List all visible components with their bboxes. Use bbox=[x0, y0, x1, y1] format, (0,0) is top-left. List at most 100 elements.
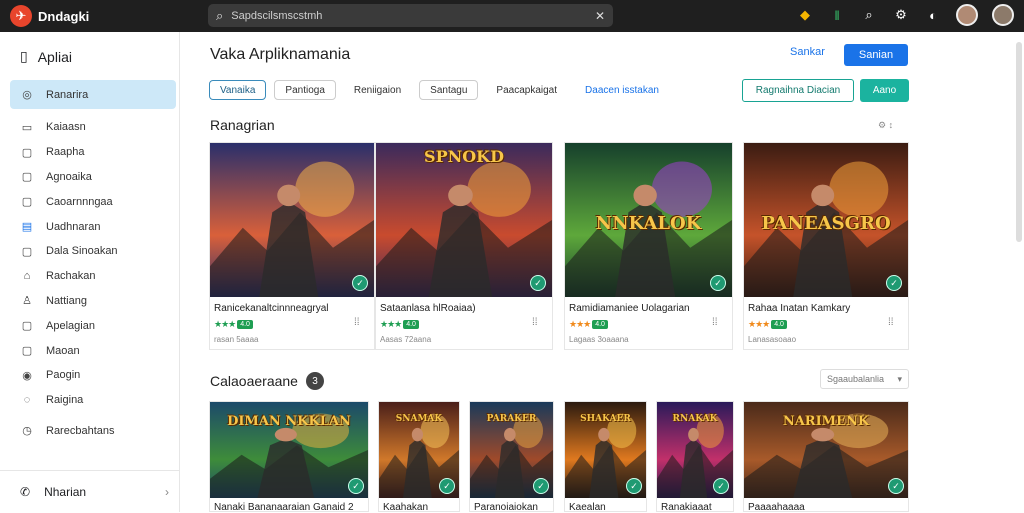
sidebar-item-2[interactable]: ▢ Raapha bbox=[10, 140, 176, 165]
teal-button[interactable]: Aano bbox=[860, 79, 909, 102]
filter-chip-1[interactable]: Pantioga bbox=[274, 80, 336, 100]
search-toolbar-icon[interactable]: ⌕ bbox=[860, 7, 878, 23]
apps-icon[interactable]: ‖ bbox=[828, 8, 846, 23]
sidebar-item-label: Maoan bbox=[46, 344, 80, 357]
page-icon: ▢ bbox=[21, 171, 33, 184]
game-card[interactable]: NNKALOK ✓ Ramidiamaniee Uolagarian ★★★ 4.0 La… bbox=[564, 142, 733, 350]
game-card[interactable]: ✓ Ranicekanaltcinnneagryal ★★★ 4.0 rasan 5aa… bbox=[209, 142, 375, 350]
filter-chip-5[interactable]: Daacen isstakan bbox=[575, 80, 669, 100]
card-rating: ★★★ 4.0 bbox=[214, 319, 253, 330]
card-thumbnail[interactable]: SNAMAK ✓ bbox=[379, 402, 459, 498]
card-thumbnail[interactable]: RNAKAK ✓ bbox=[657, 402, 733, 498]
search-bar[interactable]: ⌕ ✕ bbox=[208, 4, 613, 27]
count-badge: 3 bbox=[305, 372, 324, 390]
sidebar-item-8[interactable]: ♙ Nattiang bbox=[10, 289, 176, 314]
scrollbar[interactable] bbox=[1016, 42, 1022, 242]
filter-chip-3[interactable]: Santagu bbox=[419, 80, 479, 100]
game-card[interactable]: NARIMENK ✓ Paaaahaaaa bbox=[743, 401, 909, 513]
game-card[interactable]: SNAMAK ✓ Kaahakan bbox=[378, 401, 460, 513]
more-options-icon[interactable]: ⁞⁞ bbox=[888, 317, 894, 328]
more-options-icon[interactable]: ⁞⁞ bbox=[712, 317, 718, 328]
sidebar-footer-item[interactable]: ✆ Nharian › bbox=[0, 470, 179, 512]
page-title: Vaka Arpliknamania bbox=[210, 46, 351, 63]
verified-icon: ✓ bbox=[348, 478, 364, 494]
sidebar-item-6[interactable]: ▢ Dala Sinoakan bbox=[10, 239, 176, 264]
game-card[interactable]: SPNOKD ✓ Sataanlasa hlRoaiaa) ★★★ 4.0 Aasas 7… bbox=[375, 142, 553, 350]
sidebar-item-4[interactable]: ▢ Caoarnnngaa bbox=[10, 189, 176, 214]
game-card[interactable]: DIMAN NKKLAN ✓ Nanaki Bananaaraian Ganaid … bbox=[209, 401, 369, 513]
sidebar-item-0[interactable]: ◎ Ranarira bbox=[10, 80, 176, 109]
sidebar-item-label: Dala Sinoakan bbox=[46, 245, 118, 258]
section-controls[interactable]: ⚙ ↕ bbox=[878, 120, 893, 131]
sidebar-item-label: Nattiang bbox=[46, 294, 87, 307]
game-card[interactable]: RNAKAK ✓ Ranakiaaat bbox=[656, 401, 734, 513]
thumbnail-title: SNAMAK bbox=[395, 414, 443, 424]
sidebar-item-13[interactable]: ◷ Rarecbahtans bbox=[10, 419, 176, 444]
home-icon: ⌂ bbox=[23, 270, 31, 283]
sidebar-item-label: Uadhnaran bbox=[46, 220, 101, 233]
sidebar-item-label: Agnoaika bbox=[46, 170, 92, 183]
thumbnail-title: PANEASGRO bbox=[761, 213, 891, 234]
sidebar-item-1[interactable]: ▭ Kaiaasn bbox=[10, 115, 176, 140]
primary-button[interactable]: Sanian bbox=[844, 44, 908, 66]
card-title: Nanaki Bananaaraian Ganaid 2 bbox=[214, 502, 354, 513]
filter-chip-0[interactable]: Vanaika bbox=[209, 80, 267, 100]
notifications-icon[interactable]: ◐ bbox=[924, 8, 942, 23]
card-thumbnail[interactable]: SPNOKD ✓ bbox=[376, 143, 552, 297]
game-card[interactable]: PANEASGRO ✓ Rahaa Inatan Kamkary ★★★ 4.0 Lana… bbox=[743, 142, 909, 350]
sidebar-item-12[interactable]: ◌ Raigina bbox=[10, 388, 176, 413]
card-title: Paranoiaiokan bbox=[474, 502, 538, 513]
sidebar-item-5[interactable]: ▤ Uadhnaran bbox=[10, 214, 176, 239]
section-2-label: Calaoaeraane bbox=[210, 373, 298, 389]
more-options-icon[interactable]: ⁞⁞ bbox=[354, 317, 360, 328]
filter-chip-2[interactable]: Reniigaion bbox=[343, 80, 412, 100]
sort-dropdown[interactable]: Sgaaubalanlia ▾ bbox=[820, 369, 909, 389]
card-thumbnail[interactable]: SHAKAER ✓ bbox=[565, 402, 646, 498]
settings-icon[interactable]: ⚙ bbox=[892, 7, 910, 23]
sidebar-item-label: Rarecbahtans bbox=[46, 424, 115, 437]
card-thumbnail[interactable]: DIMAN NKKLAN ✓ bbox=[210, 402, 368, 498]
sidebar-item-3[interactable]: ▢ Agnoaika bbox=[10, 165, 176, 190]
cancel-button[interactable]: Sankar bbox=[790, 46, 825, 58]
card-meta: Aasas 72aana bbox=[380, 335, 432, 344]
sidebar-item-label: Ranarira bbox=[46, 88, 89, 101]
card-thumbnail[interactable]: PANEASGRO ✓ bbox=[744, 143, 908, 297]
sidebar-item-9[interactable]: ▢ Apelagian bbox=[10, 313, 176, 338]
game-card[interactable]: SHAKAER ✓ Kaealan bbox=[564, 401, 647, 513]
sidebar-item-7[interactable]: ⌂ Rachakan bbox=[10, 264, 176, 289]
thumbnail-title: PARAKER bbox=[486, 414, 537, 424]
outline-button[interactable]: Ragnaihna Diacian bbox=[742, 79, 854, 102]
app-logo[interactable]: ✈ Dndagki bbox=[10, 5, 89, 27]
sidebar-item-11[interactable]: ◉ Paogin bbox=[10, 363, 176, 388]
card-meta: Lagaas 3oaaana bbox=[569, 335, 629, 344]
globe-icon: ◌ bbox=[23, 394, 31, 407]
card-thumbnail[interactable]: PARAKER ✓ bbox=[470, 402, 553, 498]
profile-avatar[interactable] bbox=[992, 4, 1014, 26]
thumbnail-title: SHAKAER bbox=[580, 414, 631, 424]
avatar[interactable] bbox=[956, 4, 978, 26]
chart-icon: ▤ bbox=[21, 221, 33, 234]
filter-chip-4[interactable]: Paacapkaigat bbox=[486, 80, 568, 100]
clear-icon[interactable]: ✕ bbox=[595, 9, 605, 23]
card-thumbnail[interactable]: NARIMENK ✓ bbox=[744, 402, 908, 498]
sidebar-item-label: Paogin bbox=[46, 369, 81, 382]
toolbar-icons: ◆ ‖ ⌕ ⚙ ◐ bbox=[796, 4, 1014, 26]
verified-icon: ✓ bbox=[713, 478, 729, 494]
search-input[interactable] bbox=[231, 9, 587, 22]
user-icon: ♙ bbox=[22, 295, 32, 308]
verified-icon: ✓ bbox=[533, 478, 549, 494]
search-icon: ⌕ bbox=[216, 7, 224, 23]
card-thumbnail[interactable]: NNKALOK ✓ bbox=[565, 143, 732, 297]
document-icon: ▯ bbox=[20, 48, 28, 64]
sidebar-item-10[interactable]: ▢ Maoan bbox=[10, 338, 176, 363]
sidebar-item-label: Raigina bbox=[46, 394, 84, 407]
bookmark-icon[interactable]: ◆ bbox=[796, 7, 814, 23]
thumbnail-art bbox=[376, 143, 552, 297]
star-icons: ★★★ bbox=[380, 319, 402, 329]
game-card[interactable]: PARAKER ✓ Paranoiaiokan bbox=[469, 401, 554, 513]
more-options-icon[interactable]: ⁞⁞ bbox=[532, 317, 538, 328]
card-thumbnail[interactable]: ✓ bbox=[210, 143, 374, 297]
thumbnail-title: NARIMENK bbox=[782, 414, 870, 429]
sidebar-list: ◎ Ranarira ▭ Kaiaasn ▢ Raapha ▢ Agnoaika ▢ Caoarn… bbox=[10, 80, 176, 443]
verified-icon: ✓ bbox=[626, 478, 642, 494]
